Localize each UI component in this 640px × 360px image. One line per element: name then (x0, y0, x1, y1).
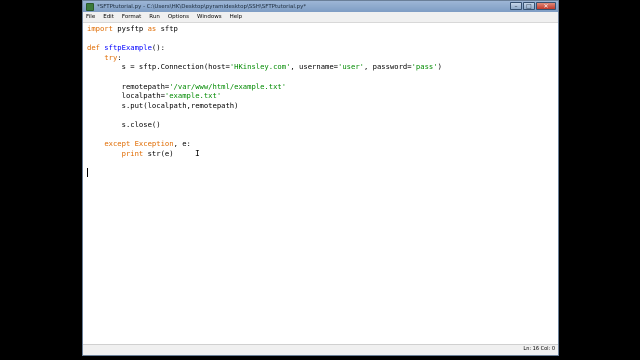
code-text: remotepath= (121, 81, 170, 91)
menu-run[interactable]: Run (149, 14, 160, 20)
string-literal: 'pass' (411, 62, 438, 72)
code-line-11: s.close() (87, 120, 558, 130)
code-line-4: try: (87, 53, 558, 63)
code-text: pysftp (112, 24, 148, 33)
keyword: as (147, 24, 157, 33)
code-text: s.put(localpath,remotepath) (121, 100, 239, 110)
idle-editor-window: *SFTPtutorial.py - C:\Users\HK\Desktop\p… (82, 0, 559, 356)
menu-file[interactable]: File (86, 14, 95, 20)
code-text: localpath= (121, 91, 165, 101)
string-literal: 'user' (338, 62, 364, 72)
keyword: import (87, 24, 113, 33)
menu-edit[interactable]: Edit (103, 14, 114, 20)
code-line-5: s = sftp.Connection(host='HKinsley.com',… (87, 62, 558, 72)
code-text: , e: (173, 139, 191, 149)
string-literal: 'HKinsley.com' (229, 62, 291, 72)
code-text: s.close() (121, 119, 161, 129)
code-line-1: import pysftp as sftp (87, 24, 558, 34)
keyword: def (87, 43, 100, 53)
string-literal: 'example.txt' (164, 91, 222, 101)
code-line-3: def sftpExample(): (87, 43, 558, 53)
close-button[interactable]: ✕ (536, 2, 556, 10)
function-name: sftpExample (99, 43, 152, 53)
screen: *SFTPtutorial.py - C:\Users\HK\Desktop\p… (0, 0, 640, 360)
code-line-13: except Exception, e: (87, 139, 558, 149)
string-literal: '/var/www/html/example.txt' (169, 81, 287, 91)
code-line-8: localpath='example.txt' (87, 91, 558, 101)
menu-bar: File Edit Format Run Options Windows Hel… (83, 12, 558, 23)
menu-format[interactable]: Format (122, 14, 141, 20)
code-line-14: print str(e) (87, 149, 558, 159)
code-text: : (117, 52, 122, 62)
title-bar[interactable]: *SFTPtutorial.py - C:\Users\HK\Desktop\p… (83, 1, 558, 12)
code-text: s = sftp.Connection(host= (121, 62, 230, 72)
keyword: except (104, 139, 131, 149)
text-caret (87, 168, 88, 177)
code-line-9: s.put(localpath,remotepath) (87, 101, 558, 111)
mouse-ibeam-icon: I (195, 149, 200, 158)
keyword: print (121, 148, 144, 158)
window-controls: – □ ✕ (510, 2, 556, 10)
menu-windows[interactable]: Windows (197, 14, 222, 20)
minimize-button[interactable]: – (510, 2, 522, 10)
python-file-icon (86, 2, 94, 11)
cursor-position: Ln: 16 Col: 0 (523, 346, 555, 352)
code-editor[interactable]: import pysftp as sftp def sftpExample():… (83, 23, 558, 345)
menu-options[interactable]: Options (168, 14, 189, 20)
keyword: try (104, 52, 118, 62)
window-title: *SFTPtutorial.py - C:\Users\HK\Desktop\p… (97, 3, 307, 10)
menu-help[interactable]: Help (230, 14, 243, 20)
code-text: ) (437, 62, 442, 72)
maximize-button[interactable]: □ (523, 2, 535, 10)
status-bar: Ln: 16 Col: 0 (83, 344, 558, 355)
code-text: , username= (290, 62, 339, 72)
code-text: , password= (363, 62, 412, 72)
code-text: (): (151, 43, 165, 53)
code-text: sftp (156, 24, 178, 33)
code-text: str(e) (143, 148, 174, 158)
keyword: Exception (134, 139, 174, 149)
code-line-7: remotepath='/var/www/html/example.txt' (87, 82, 558, 92)
